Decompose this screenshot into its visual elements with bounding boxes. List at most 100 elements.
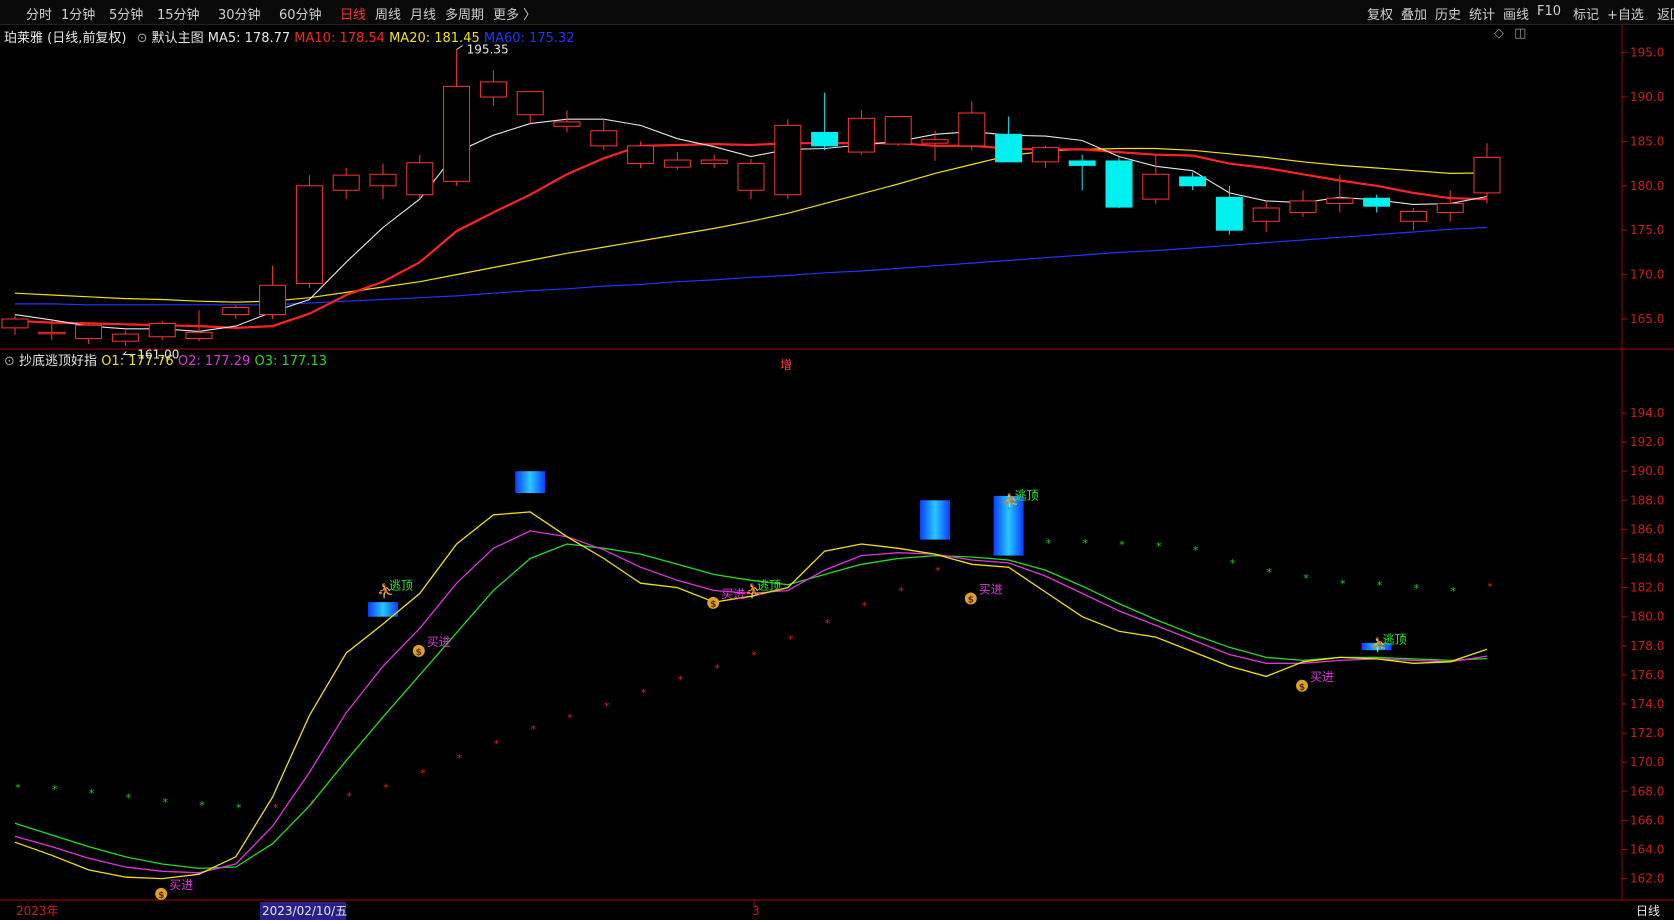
- green-dot: *: [1193, 544, 1199, 557]
- green-dot: *: [1156, 540, 1162, 553]
- candle-body: [847, 117, 875, 153]
- green-dot: *: [1450, 585, 1456, 598]
- indicator-tick-label: 178.0: [1630, 639, 1664, 653]
- candle-body: [811, 132, 839, 147]
- high-marker: [456, 45, 463, 50]
- indicator-tick-label: 164.0: [1630, 843, 1664, 857]
- money-bag-symbol: $: [1299, 683, 1305, 693]
- candle-body: [1326, 197, 1354, 205]
- green-dot: *: [236, 802, 242, 815]
- indicator-tick-label: 186.0: [1630, 522, 1664, 536]
- candle-body: [884, 116, 912, 145]
- red-dot: *: [383, 781, 389, 794]
- candle-body: [1179, 176, 1207, 187]
- period-tab-1[interactable]: 1分钟: [61, 4, 95, 23]
- buy-signal-label: 买进: [169, 878, 193, 892]
- green-dot: *: [52, 783, 58, 796]
- indicator-tick-label: 192.0: [1630, 435, 1664, 449]
- year-label: 2023年: [16, 904, 59, 918]
- signal-bar: [515, 471, 546, 494]
- period-tab-2[interactable]: 5分钟: [109, 4, 143, 23]
- red-dot: *: [1487, 581, 1493, 594]
- indicator-tick-label: 162.0: [1630, 872, 1664, 886]
- green-dot: *: [1046, 537, 1052, 550]
- green-dot: *: [1377, 579, 1383, 592]
- buy-signal-label: 买进: [427, 635, 451, 649]
- green-dot: *: [1082, 537, 1088, 550]
- indicator-tick-label: 188.0: [1630, 493, 1664, 507]
- indicator-tick-label: 190.0: [1630, 464, 1664, 478]
- red-dot: *: [788, 633, 794, 646]
- red-dot: *: [678, 674, 684, 687]
- candle-body: [774, 124, 802, 196]
- sell-signal-label: 逃顶: [389, 579, 413, 593]
- center-mark: 增: [780, 358, 792, 372]
- indicator-tick-label: 172.0: [1630, 726, 1664, 740]
- period-tab-8[interactable]: 月线: [410, 4, 436, 23]
- toolbar-button-6[interactable]: 标记: [1573, 4, 1599, 23]
- period-tab-7[interactable]: 周线: [375, 4, 401, 23]
- red-dot: *: [714, 662, 720, 675]
- price-tick-label: 190.0: [1630, 90, 1664, 104]
- candle-body: [332, 174, 360, 191]
- candle-body: [148, 322, 176, 338]
- price-tick-label: 175.0: [1630, 223, 1664, 237]
- candle-body: [1289, 200, 1317, 213]
- candle-body: [1473, 156, 1501, 194]
- toolbar-button-8[interactable]: 返回: [1657, 4, 1674, 23]
- green-dot: *: [1340, 578, 1346, 591]
- red-dot: *: [420, 767, 426, 780]
- toolbar-button-7[interactable]: +自选: [1607, 4, 1644, 23]
- candle-body: [185, 331, 213, 340]
- candle-body: [590, 130, 618, 147]
- candle-body: [737, 163, 765, 191]
- green-dot: *: [126, 791, 132, 804]
- stock-chart[interactable]: 195.0 190.0 185.0 180.0 175.0 170.0 165.0 194.0…: [0, 24, 1674, 920]
- candle-body: [958, 112, 986, 147]
- indicator-tick-label: 168.0: [1630, 784, 1664, 798]
- candle-body: [259, 284, 287, 316]
- indicator-tick-label: 170.0: [1630, 755, 1664, 769]
- candle-body: [1215, 196, 1243, 231]
- period-tab-6[interactable]: 日线: [340, 4, 366, 23]
- toolbar-button-2[interactable]: 历史: [1435, 4, 1461, 23]
- green-dot: *: [89, 787, 95, 800]
- toolbar-button-5[interactable]: F10: [1537, 4, 1561, 19]
- candle-body: [369, 173, 397, 187]
- period-tab-10[interactable]: 更多 〉: [493, 4, 536, 23]
- sell-signal-label: 逃顶: [1383, 632, 1407, 646]
- period-tab-3[interactable]: 15分钟: [157, 4, 200, 23]
- green-dot: *: [15, 781, 21, 794]
- period-tab-5[interactable]: 60分钟: [279, 4, 322, 23]
- candle-body: [479, 81, 507, 98]
- candle-body: [700, 159, 728, 165]
- buy-signal-label: 买进: [721, 587, 745, 601]
- toolbar-button-0[interactable]: 复权: [1367, 4, 1393, 23]
- toolbar-button-1[interactable]: 叠加: [1401, 4, 1427, 23]
- candle-body: [443, 85, 471, 182]
- candle-body: [1105, 160, 1133, 208]
- period-tab-9[interactable]: 多周期: [445, 4, 484, 23]
- toolbar-button-3[interactable]: 统计: [1469, 4, 1495, 23]
- toolbar-button-4[interactable]: 画线: [1503, 4, 1529, 23]
- green-dot: *: [1119, 538, 1125, 551]
- green-dot: *: [1303, 572, 1309, 585]
- red-dot: *: [898, 585, 904, 598]
- candle-body: [295, 185, 323, 284]
- candle-body: [111, 333, 139, 342]
- indicator-tick-label: 174.0: [1630, 697, 1664, 711]
- indicator-tick-label: 184.0: [1630, 552, 1664, 566]
- candle-body: [995, 133, 1023, 163]
- candle-body: [1252, 207, 1280, 222]
- ma60-line: [15, 226, 1488, 306]
- green-dot: *: [1230, 557, 1236, 570]
- period-tab-0[interactable]: 分时: [26, 4, 52, 23]
- period-tab-4[interactable]: 30分钟: [218, 4, 261, 23]
- green-dot: *: [199, 799, 205, 812]
- candle-body: [921, 139, 949, 144]
- red-dot: *: [825, 617, 831, 630]
- red-dot: *: [346, 790, 352, 803]
- candle-body: [1436, 203, 1464, 213]
- candle-body: [516, 91, 544, 116]
- candle-body: [627, 145, 655, 165]
